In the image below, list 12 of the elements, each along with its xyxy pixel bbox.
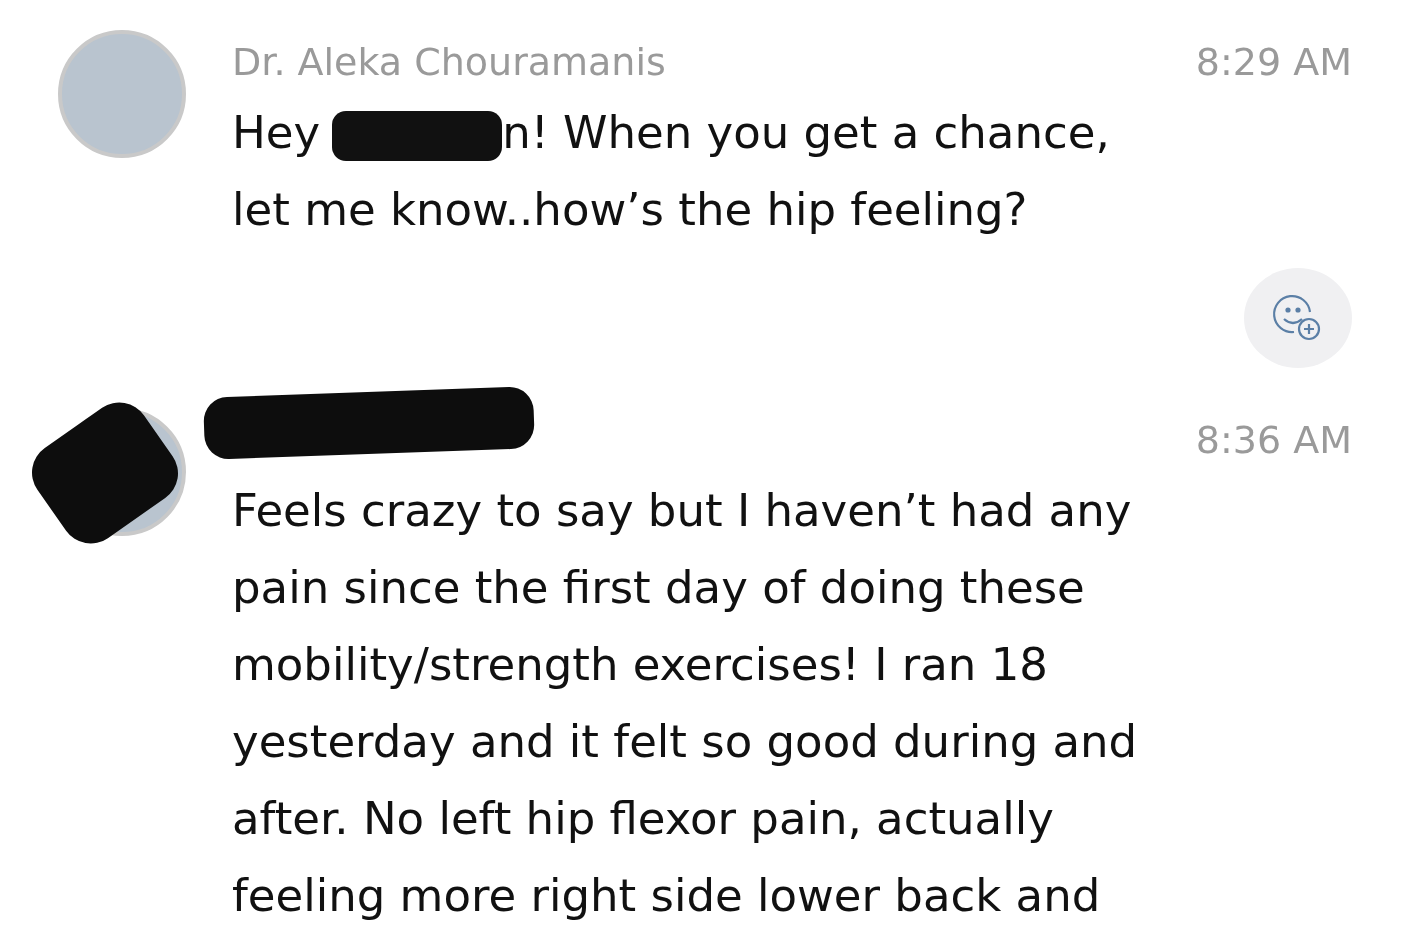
message-text: feeling more right side lower back and: [232, 868, 1102, 924]
message-time: 8:36 AM: [1195, 418, 1352, 462]
sender-name: Dr. Aleka Chouramanis: [232, 40, 666, 84]
message-text: pain since the first day of doing these: [232, 560, 1086, 616]
message-time: 8:29 AM: [1195, 40, 1352, 84]
message-text: Hey: [232, 106, 321, 159]
message-text: let me know..how’s the hip feeling?: [232, 182, 1029, 238]
message-text: after. No left hip flexor pain, actually: [232, 791, 1055, 847]
message-text: mobility/strength exercises! I ran 18: [232, 637, 1049, 693]
message-text: Feels crazy to say but I haven’t had any: [232, 483, 1133, 539]
message-text: n! When you get a chance,: [502, 106, 1110, 159]
message-text: yesterday and it felt so good during and: [232, 714, 1139, 770]
